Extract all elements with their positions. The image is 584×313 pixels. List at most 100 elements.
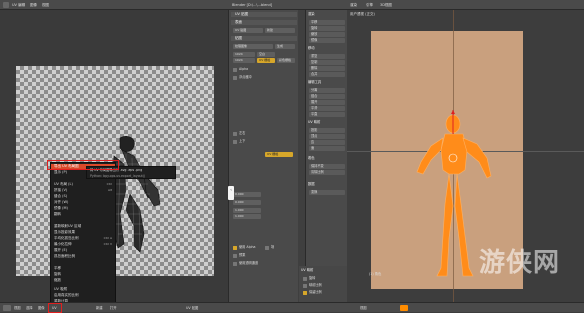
offset-x-field[interactable]: 0.000 xyxy=(233,192,261,197)
tb-checkbox[interactable] xyxy=(233,140,237,144)
tool-translate[interactable]: 平移 xyxy=(309,20,345,25)
menu-item-real-scale[interactable]: 启用真实的比例 xyxy=(54,293,114,298)
menu-item-label: UV 布局 (L) xyxy=(54,182,73,186)
color-grid-button[interactable]: 彩色栅格 xyxy=(277,58,295,63)
panel-toggle-button[interactable]: ‹ xyxy=(228,186,234,200)
float-label: 浮点缓冲 xyxy=(239,75,252,79)
tools-head-uv-map[interactable]: UV 映射 xyxy=(308,120,346,125)
scale-w-field[interactable]: 1.000 xyxy=(233,208,261,213)
editor-type-icon[interactable] xyxy=(3,2,9,8)
tool-mirror[interactable]: 镜像 xyxy=(309,38,345,43)
tools-head-move[interactable]: 移动 xyxy=(308,46,346,51)
menu-item-scale[interactable]: 缩放 xyxy=(54,278,114,283)
uv-image-editor[interactable]: 导出 UV 布局图 显示 (P) UV 布局 (L) Ctrl 拼接 (V) Alt… xyxy=(0,10,228,304)
float-checkbox[interactable] xyxy=(233,76,237,80)
menu-item-uv-snap[interactable]: UV 吸附 xyxy=(54,287,114,292)
tool-sew[interactable]: 缝合 xyxy=(309,94,345,99)
editor-type-button[interactable] xyxy=(3,305,11,311)
section-mapping[interactable]: 贴图 xyxy=(231,36,297,41)
tool-duplicate[interactable]: 重复 xyxy=(309,54,345,59)
highlight-annotation-menu xyxy=(47,160,119,170)
tool-unwrap[interactable]: 展开 xyxy=(309,100,345,105)
menu-engine[interactable]: 引擎 xyxy=(366,2,373,8)
menu-item-minimize-stretch[interactable]: 最小化拉伸 Ctrl V xyxy=(54,242,114,247)
menu-item-flip[interactable]: 翻转 xyxy=(54,212,114,217)
source-select[interactable]: 生成 xyxy=(275,44,295,49)
tool-separate[interactable]: 分离 xyxy=(309,88,345,93)
use-alpha-checkbox[interactable] xyxy=(233,246,237,250)
blank-button[interactable]: 空白 xyxy=(257,52,275,57)
bottom-menu-image[interactable]: 图像 xyxy=(38,305,45,311)
tool-transform[interactable]: 变换 xyxy=(309,190,345,195)
3d-viewport[interactable]: 用户透视 (正交) (1) 角色 游侠网 xyxy=(347,10,584,303)
size-height-field[interactable]: 1024 xyxy=(233,58,255,63)
tools-head-render[interactable]: 渲染 xyxy=(308,12,346,17)
menu-item-align[interactable]: 对齐 (W) xyxy=(54,200,114,205)
props-header[interactable]: UV 贴图 xyxy=(231,12,297,17)
compute-alpha-checkbox[interactable] xyxy=(233,262,237,266)
op-keep-ratio-checkbox[interactable] xyxy=(303,291,307,295)
panel-divider[interactable] xyxy=(298,10,305,303)
fields-checkbox[interactable] xyxy=(265,246,269,250)
bottom-header-bar: 视图 选择 图像 UV 新建 打开 UV 贴图 视图 xyxy=(0,302,584,313)
bottom-3d-view-menu[interactable]: 视图 xyxy=(360,305,367,311)
menu-item-mirror[interactable]: 镜像 (M) xyxy=(54,206,114,211)
menu-3dview[interactable]: 3D视图 xyxy=(380,2,392,8)
tool-delete[interactable]: 删除 xyxy=(309,66,345,71)
tool-merge[interactable]: 合并 xyxy=(309,72,345,77)
bottom-open-button[interactable]: 打开 xyxy=(110,305,117,311)
premul-checkbox[interactable] xyxy=(233,254,237,258)
offset-y-field[interactable]: 0.000 xyxy=(233,200,261,205)
menu-item-show-projection[interactable]: 显示投影效果 xyxy=(54,230,114,235)
tools-head-shading[interactable]: 着色 xyxy=(308,156,346,161)
menu-item-island-area[interactable]: 孤岛面积比例 xyxy=(54,254,114,259)
menu-image[interactable]: 图像 xyxy=(30,2,37,8)
menu-item-label: 平均化孤岛比例 xyxy=(54,236,79,240)
menu-item-average-islands[interactable]: 平均化孤岛比例 Ctrl A xyxy=(54,236,114,241)
menu-uv-edit[interactable]: UV 编辑 xyxy=(12,2,25,8)
menu-view[interactable]: 视图 xyxy=(42,2,49,8)
premul-label: 预乘 xyxy=(239,253,246,257)
bottom-uv-map-select[interactable]: UV 贴图 xyxy=(186,305,198,311)
image-field[interactable]: 纹理图像 xyxy=(233,44,273,49)
uv-name-field[interactable]: UV 贴图 xyxy=(233,28,263,33)
object-label: (1) 角色 xyxy=(369,272,382,276)
size-width-field[interactable]: 1024 xyxy=(233,52,255,57)
menu-item-rotate[interactable]: 旋转 xyxy=(54,272,114,277)
tools-head-data[interactable]: 数据 xyxy=(308,182,346,187)
tool-project[interactable]: 投影 xyxy=(309,128,345,133)
tooltip-python: Python: bpy.ops.uv.export_layout() xyxy=(90,174,146,178)
mode-indicator[interactable] xyxy=(400,305,408,311)
alpha-checkbox[interactable] xyxy=(233,68,237,72)
tool-rotate[interactable]: 旋转 xyxy=(309,26,345,31)
scale-h-field[interactable]: 1.000 xyxy=(233,214,261,219)
lr-checkbox[interactable] xyxy=(233,132,237,136)
op-rotate-checkbox[interactable] xyxy=(303,277,307,281)
tool-smooth[interactable]: 平滑 xyxy=(309,106,345,111)
menu-item-remap-area[interactable]: 重新映射UV 区域 xyxy=(54,224,114,229)
tool-keep[interactable]: 保持不变 xyxy=(309,164,345,169)
tool-scale[interactable]: 缩放 xyxy=(309,32,345,37)
menu-item-stitch[interactable]: 拼接 (V) Alt xyxy=(54,188,114,193)
tool-face[interactable]: 面 xyxy=(309,146,345,151)
tool-flatten[interactable]: 平直 xyxy=(309,112,345,117)
tool-clear-scale[interactable]: 清除比例 xyxy=(309,170,345,175)
menu-item-unwrap[interactable]: 展开 (E) xyxy=(54,248,114,253)
op-scale-checkbox[interactable] xyxy=(303,284,307,288)
menu-item-uv-layout[interactable]: UV 布局 (L) Ctrl xyxy=(54,182,114,187)
menu-item-sew[interactable]: 缝合 (S) xyxy=(54,194,114,199)
new-button[interactable]: 新建 xyxy=(265,28,295,33)
menu-render[interactable]: 渲染 xyxy=(350,2,357,8)
uv-grid-active-button[interactable]: UV 栅格 xyxy=(265,152,293,157)
bottom-new-button[interactable]: 新建 xyxy=(96,305,103,311)
tool-copy[interactable]: 复制 xyxy=(309,60,345,65)
bottom-menu-view[interactable]: 视图 xyxy=(14,305,21,311)
bottom-menu-select[interactable]: 选择 xyxy=(26,305,33,311)
tool-vertex[interactable]: 顶点 xyxy=(309,134,345,139)
tools-head-edit[interactable]: 编辑工具 xyxy=(308,80,346,85)
tool-edge[interactable]: 边 xyxy=(309,140,345,145)
tb-label: 上下 xyxy=(239,139,246,143)
menu-item-translate[interactable]: 平移 xyxy=(54,266,114,271)
section-surface[interactable]: 表面 xyxy=(231,20,297,25)
uv-grid-button[interactable]: UV 栅格 xyxy=(257,58,275,63)
